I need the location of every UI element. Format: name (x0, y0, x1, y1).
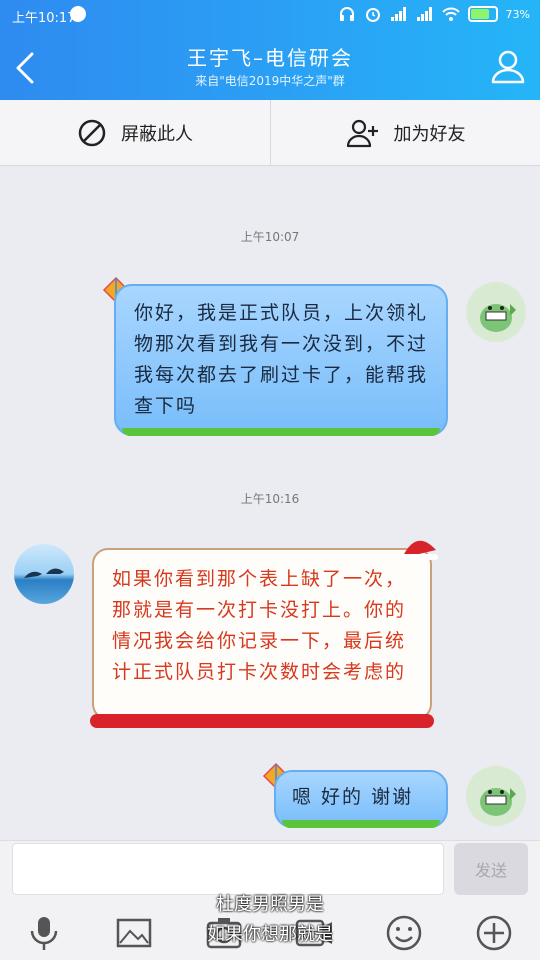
add-friend-label: 加为好友 (393, 123, 466, 145)
plus-icon[interactable] (474, 913, 514, 953)
bubble-ribbon-decoration (90, 714, 434, 728)
my-avatar[interactable] (466, 282, 526, 342)
message-text: 嗯 好的 谢谢 (292, 786, 414, 808)
add-friend-icon (346, 119, 378, 147)
my-avatar[interactable] (466, 766, 526, 826)
dinosaur-avatar-icon (480, 304, 516, 332)
santa-hat-icon (400, 540, 438, 560)
microphone-icon[interactable] (24, 913, 64, 953)
bubble-grass-decoration (282, 820, 440, 828)
sender-avatar[interactable] (14, 544, 74, 604)
received-message-bubble[interactable]: 如果你看到那个表上缺了一次，那就是有一次打卡没打上。你的情况我会给你记录一下，最… (90, 548, 434, 728)
watermark-line-2: 如果你想那就是 (207, 924, 333, 945)
watermark-text: 杜度男照男是 如果你想那就是 (150, 890, 390, 950)
message-text: 你好，我是正式队员，上次领礼物那次看到我有一次没到，不过我每次都去了刷过卡了，能… (134, 302, 429, 417)
browser-icon (70, 6, 86, 22)
block-user-label: 屏蔽此人 (121, 123, 193, 145)
bubble-grass-decoration (122, 428, 440, 436)
message-text: 如果你看到那个表上缺了一次，那就是有一次打卡没打上。你的情况我会给你记录一下，最… (112, 568, 407, 683)
battery-percent: 73% (505, 7, 530, 21)
alarm-icon (365, 8, 380, 22)
page-subtitle: 来自"电信2019中华之声"群 (195, 74, 345, 88)
block-user-button[interactable]: 屏蔽此人 (0, 100, 270, 165)
status-bar: 上午10:17 73% (0, 0, 540, 30)
stranger-action-bar: 屏蔽此人 加为好友 (0, 100, 540, 166)
send-button[interactable]: 发送 (454, 843, 528, 895)
battery-icon (467, 6, 498, 22)
message-input[interactable] (12, 843, 444, 895)
sent-message-bubble[interactable]: 你好，我是正式队员，上次领礼物那次看到我有一次没到，不过我每次都去了刷过卡了，能… (114, 284, 448, 436)
page-title: 王宇飞–电信研会 (187, 46, 353, 70)
headphones-icon (339, 7, 354, 21)
status-time: 上午10:17 (12, 11, 76, 26)
message-timestamp: 上午10:07 (240, 230, 300, 244)
dolphin-avatar-icon (24, 568, 64, 578)
wifi-icon (441, 7, 460, 21)
dinosaur-avatar-icon (480, 788, 516, 816)
chat-area[interactable]: 上午10:07 你好，我是正式队员，上次领礼物那次看到我有一次没到，不过我每次都… (0, 166, 540, 840)
signal-icon-2 (416, 7, 432, 21)
signal-icon (390, 7, 406, 21)
emoji-icon[interactable] (384, 913, 424, 953)
title-bar: 上午10:17 73% 王宇飞–电信研会 来自"电信2019中华之声"群 (0, 0, 540, 100)
sent-message-bubble[interactable]: 嗯 好的 谢谢 (274, 770, 448, 828)
add-friend-button[interactable]: 加为好友 (270, 100, 540, 165)
watermark-line-1: 杜度男照男是 (216, 894, 324, 915)
image-icon[interactable] (114, 913, 154, 953)
block-icon (78, 119, 106, 146)
profile-button[interactable] (488, 46, 528, 86)
message-timestamp: 上午10:16 (240, 492, 300, 506)
